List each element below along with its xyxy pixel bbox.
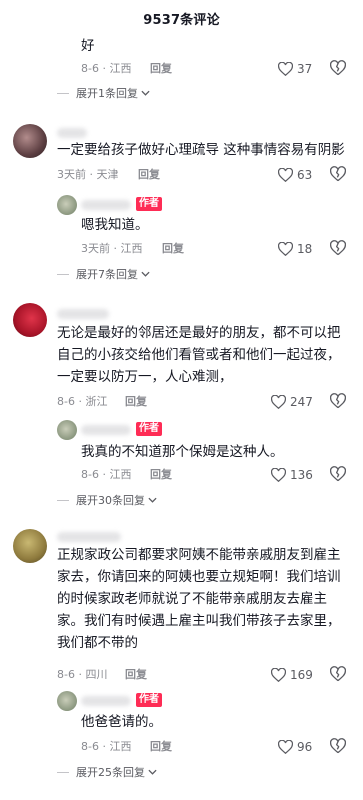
expand-replies-button[interactable]: 展开7条回复: [57, 267, 150, 281]
broken-heart-icon[interactable]: [330, 240, 346, 256]
author-badge: 作者: [136, 693, 162, 707]
reply-meta: 8-6 · 江西: [81, 468, 132, 481]
reply-button[interactable]: 回复: [150, 468, 172, 482]
reply-meta: 8-6 · 江西: [81, 62, 132, 75]
comment-meta: 8-6 · 四川: [57, 668, 108, 681]
author-badge: 作者: [136, 422, 162, 436]
heart-icon: [278, 168, 293, 182]
like-count: 63: [297, 168, 313, 182]
comment-meta: 3天前 · 天津: [57, 168, 119, 181]
author-username-blurred[interactable]: [81, 425, 131, 435]
expand-replies-button[interactable]: 展开25条回复: [57, 765, 157, 779]
avatar[interactable]: [13, 303, 47, 337]
heart-icon: [278, 740, 293, 754]
reply-button[interactable]: 回复: [162, 242, 184, 256]
like-button[interactable]: 169: [271, 666, 313, 684]
author-username-blurred[interactable]: [81, 200, 131, 210]
like-count: 37: [297, 62, 313, 76]
broken-heart-icon[interactable]: [330, 466, 346, 482]
chevron-down-icon: [141, 90, 150, 96]
reply-button[interactable]: 回复: [125, 668, 147, 682]
like-button[interactable]: 247: [271, 393, 313, 411]
author-avatar[interactable]: [57, 691, 77, 711]
username-blurred[interactable]: [57, 532, 121, 542]
comment-count-title: 9537条评论: [143, 13, 220, 28]
like-button[interactable]: 63: [278, 166, 312, 184]
broken-heart-icon[interactable]: [330, 393, 346, 409]
reply-text: 好: [81, 38, 95, 54]
avatar[interactable]: [13, 529, 47, 563]
chevron-down-icon: [148, 769, 157, 775]
reply-meta: 3天前 · 江西: [81, 242, 143, 255]
chevron-down-icon: [148, 497, 157, 503]
comment-text: 一定要给孩子做好心理疏导 这种事情容易有阴影: [57, 142, 345, 158]
like-count: 136: [290, 468, 313, 482]
expand-replies-button[interactable]: 展开30条回复: [57, 493, 157, 507]
like-count: 96: [297, 740, 313, 754]
like-count: 247: [290, 395, 313, 409]
reply-button[interactable]: 回复: [138, 168, 160, 182]
expand-replies-button[interactable]: 展开1条回复: [57, 86, 150, 100]
like-count: 18: [297, 242, 313, 256]
like-button[interactable]: 136: [271, 466, 313, 484]
broken-heart-icon[interactable]: [330, 60, 346, 76]
comment-meta: 8-6 · 浙江: [57, 395, 108, 408]
comment-text: 正规家政公司都要求阿姨不能带亲戚朋友到雇主 家去，你请回来的阿姨也要立规矩啊！我…: [57, 547, 341, 651]
like-button[interactable]: 37: [278, 60, 312, 78]
author-avatar[interactable]: [57, 195, 77, 215]
heart-icon: [278, 62, 293, 76]
heart-icon: [271, 668, 286, 682]
avatar[interactable]: [13, 124, 47, 158]
reply-text: 我真的不知道那个保姆是这种人。: [81, 444, 284, 460]
comments-header: 9537条评论: [0, 0, 363, 34]
author-avatar[interactable]: [57, 420, 77, 440]
like-count: 169: [290, 668, 313, 682]
reply-button[interactable]: 回复: [150, 740, 172, 754]
username-blurred[interactable]: [57, 128, 87, 138]
chevron-down-icon: [141, 271, 150, 277]
heart-icon: [278, 242, 293, 256]
heart-icon: [271, 468, 286, 482]
comment-text: 无论是最好的邻居还是最好的朋友，都不可以把 自己的小孩交给他们看管或者和他们一起…: [57, 325, 341, 385]
like-button[interactable]: 96: [278, 738, 312, 756]
username-blurred[interactable]: [57, 309, 109, 319]
reply-button[interactable]: 回复: [125, 395, 147, 409]
reply-text: 他爸爸请的。: [81, 714, 162, 730]
like-button[interactable]: 18: [278, 240, 312, 258]
heart-icon: [271, 395, 286, 409]
broken-heart-icon[interactable]: [330, 738, 346, 754]
author-username-blurred[interactable]: [81, 696, 131, 706]
reply-button[interactable]: 回复: [150, 62, 172, 76]
reply-text: 嗯我知道。: [81, 217, 149, 233]
broken-heart-icon[interactable]: [330, 666, 346, 682]
reply-meta: 8-6 · 江西: [81, 740, 132, 753]
author-badge: 作者: [136, 197, 162, 211]
broken-heart-icon[interactable]: [330, 166, 346, 182]
